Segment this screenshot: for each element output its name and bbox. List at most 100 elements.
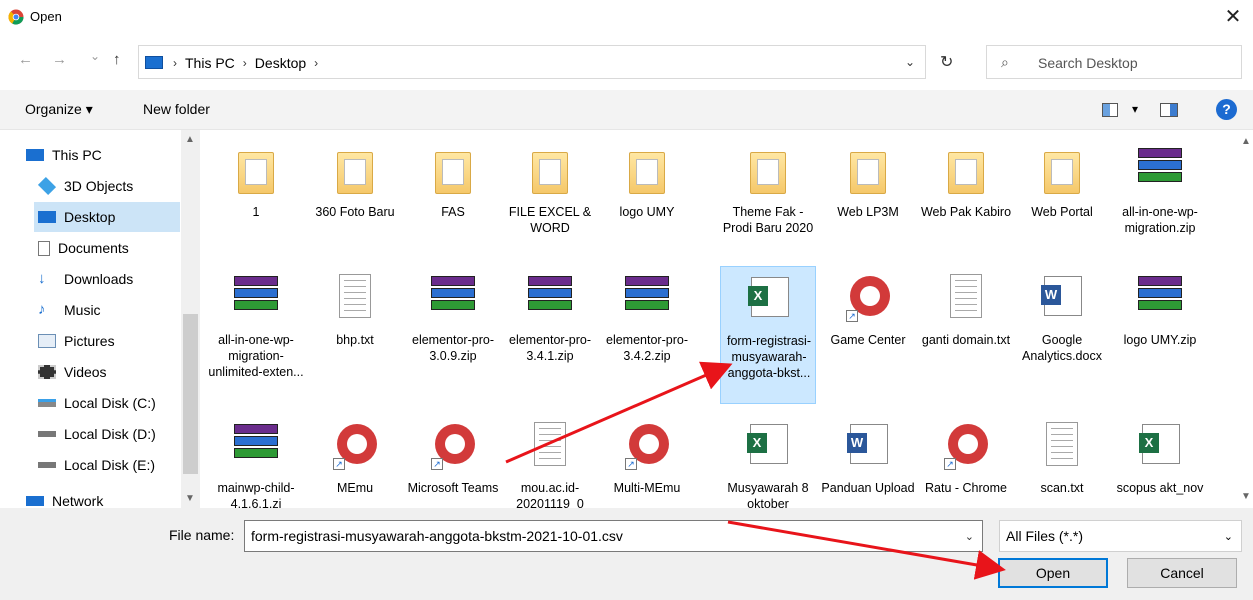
- file-item[interactable]: mainwp-child-4.1.6.1.zi: [208, 414, 304, 508]
- breadcrumb-separator[interactable]: ›: [314, 56, 318, 70]
- text-file-icon: [950, 274, 982, 318]
- file-item[interactable]: ganti domain.txt: [918, 266, 1014, 404]
- file-item[interactable]: W Panduan Upload: [820, 414, 916, 508]
- sidebar-item-local-disk-c[interactable]: Local Disk (C:): [34, 388, 180, 418]
- desktop-icon: [38, 211, 56, 223]
- drive-icon: [38, 462, 56, 468]
- organize-button[interactable]: Organize ▾: [25, 101, 93, 118]
- breadcrumb-desktop[interactable]: Desktop: [255, 55, 306, 71]
- file-type-select[interactable]: All Files (*.*) ⌄: [999, 520, 1242, 552]
- file-name-value[interactable]: form-registrasi-musyawarah-anggota-bkstm…: [251, 528, 623, 544]
- file-name-input[interactable]: form-registrasi-musyawarah-anggota-bkstm…: [244, 520, 983, 552]
- file-item[interactable]: elementor-pro-3.4.2.zip: [599, 266, 695, 404]
- title-bar: Open ✕: [0, 0, 1253, 34]
- preview-pane-icon[interactable]: [1160, 103, 1178, 117]
- file-item[interactable]: Theme Fak - Prodi Baru 2020: [720, 138, 816, 276]
- file-item[interactable]: elementor-pro-3.0.9.zip: [405, 266, 501, 404]
- sidebar-item-this-pc[interactable]: This PC: [22, 140, 168, 170]
- file-item[interactable]: all-in-one-wp-migration.zip: [1112, 138, 1208, 276]
- breadcrumb-this-pc[interactable]: This PC: [185, 55, 235, 71]
- dialog-footer: File name: form-registrasi-musyawarah-an…: [0, 508, 1253, 600]
- sidebar-item-label: Documents: [58, 240, 129, 256]
- scrollbar-thumb[interactable]: [183, 314, 198, 474]
- chevron-down-icon[interactable]: ⌄: [1224, 530, 1233, 543]
- sidebar-item-label: Desktop: [64, 209, 116, 225]
- file-item[interactable]: Web Portal: [1014, 138, 1110, 276]
- scroll-up-icon[interactable]: ▲: [185, 134, 195, 145]
- folder-content-preview: [636, 159, 658, 185]
- chrome-app-icon: [8, 9, 24, 25]
- refresh-icon[interactable]: ↻: [940, 52, 953, 72]
- file-item[interactable]: Xscopus akt_nov: [1112, 414, 1208, 508]
- sidebar-item-music[interactable]: ♪ Music: [34, 295, 180, 325]
- file-list-scrollbar[interactable]: ▲ ▼: [1238, 130, 1253, 508]
- file-item[interactable]: ↗ Ratu - Chrome: [918, 414, 1014, 508]
- file-item-label: Web Pak Kabiro: [920, 205, 1012, 219]
- pictures-icon: [38, 334, 56, 348]
- close-icon[interactable]: ✕: [1221, 4, 1245, 29]
- new-folder-button[interactable]: New folder: [143, 101, 210, 117]
- file-item[interactable]: 360 Foto Baru: [307, 138, 403, 276]
- recent-locations-icon[interactable]: ⌄: [90, 49, 100, 63]
- scroll-down-icon[interactable]: ▼: [185, 493, 195, 504]
- up-arrow-icon[interactable]: ↑: [113, 51, 121, 68]
- excel-file-icon: X: [748, 277, 789, 317]
- change-view-icon[interactable]: [1102, 103, 1118, 117]
- sidebar-item-videos[interactable]: Videos: [34, 357, 180, 387]
- file-item[interactable]: FAS: [405, 138, 501, 276]
- file-item-icon: [1136, 142, 1184, 196]
- scroll-down-icon[interactable]: ▼: [1241, 491, 1251, 502]
- back-arrow-icon[interactable]: ←: [18, 51, 33, 68]
- address-dropdown-icon[interactable]: ⌄: [905, 55, 915, 69]
- file-item-icon: [429, 142, 477, 196]
- sidebar-item-3d-objects[interactable]: 3D Objects: [34, 171, 180, 201]
- file-item[interactable]: FILE EXCEL & WORD: [502, 138, 598, 276]
- winrar-archive-icon: [1138, 276, 1182, 320]
- help-icon[interactable]: ?: [1216, 99, 1237, 120]
- file-item-label: logo UMY.zip: [1123, 333, 1197, 347]
- sidebar-item-downloads[interactable]: ↓ Downloads: [34, 264, 180, 294]
- folder-icon: [337, 152, 373, 194]
- file-item[interactable]: Web LP3M: [820, 138, 916, 276]
- file-item[interactable]: bhp.txt: [307, 266, 403, 404]
- sidebar-item-desktop[interactable]: Desktop: [34, 202, 180, 232]
- chevron-down-icon[interactable]: ⌄: [965, 530, 974, 543]
- cancel-button[interactable]: Cancel: [1127, 558, 1237, 588]
- file-item[interactable]: mou.ac.id-20201119_0: [502, 414, 598, 508]
- file-item-icon: [232, 270, 280, 324]
- file-item[interactable]: elementor-pro-3.4.1.zip: [502, 266, 598, 404]
- winrar-archive-icon: [234, 424, 278, 468]
- excel-file-icon: X: [1139, 424, 1180, 464]
- file-list: 1 360 Foto Baru FAS FILE EXCEL & WORD logo U…: [206, 138, 1236, 508]
- sidebar-item-documents[interactable]: Documents: [34, 233, 180, 263]
- file-item-label: Web Portal: [1031, 205, 1093, 219]
- navigation-pane-scrollbar[interactable]: ▲ ▼: [181, 130, 200, 508]
- sidebar-item-local-disk-e[interactable]: Local Disk (E:): [34, 450, 180, 480]
- address-bar[interactable]: › This PC › Desktop › ⌄: [138, 45, 926, 79]
- file-item[interactable]: ↗ Microsoft Teams: [405, 414, 501, 508]
- file-item-icon: [1136, 270, 1184, 324]
- drive-icon: [38, 399, 56, 407]
- file-item[interactable]: ↗ MEmu: [307, 414, 403, 508]
- scroll-up-icon[interactable]: ▲: [1241, 136, 1251, 147]
- file-item-label: elementor-pro-3.4.1.zip: [509, 333, 591, 363]
- file-item[interactable]: scan.txt: [1014, 414, 1110, 508]
- file-item[interactable]: logo UMY.zip: [1112, 266, 1208, 404]
- file-item[interactable]: X Musyawarah 8 oktober: [720, 414, 816, 508]
- file-item[interactable]: ↗ Multi-MEmu: [599, 414, 695, 508]
- file-item[interactable]: ↗ Game Center: [820, 266, 916, 404]
- file-item[interactable]: 1: [208, 138, 304, 276]
- file-item[interactable]: logo UMY: [599, 138, 695, 276]
- sidebar-item-pictures[interactable]: Pictures: [34, 326, 180, 356]
- forward-arrow-icon[interactable]: →: [52, 51, 67, 68]
- file-item[interactable]: Web Pak Kabiro: [918, 138, 1014, 276]
- open-button[interactable]: Open: [998, 558, 1108, 588]
- view-dropdown-icon[interactable]: ▾: [1132, 102, 1138, 116]
- file-item[interactable]: Xform-registrasi-musyawarah-anggota-bkst…: [720, 266, 816, 404]
- folder-icon: [948, 152, 984, 194]
- sidebar-item-local-disk-d[interactable]: Local Disk (D:): [34, 419, 180, 449]
- file-item[interactable]: all-in-one-wp-migration-unlimited-exten.…: [208, 266, 304, 404]
- file-item[interactable]: W Google Analytics.docx: [1014, 266, 1110, 404]
- search-input[interactable]: ⌕ Search Desktop: [986, 45, 1242, 79]
- documents-icon: [38, 240, 50, 256]
